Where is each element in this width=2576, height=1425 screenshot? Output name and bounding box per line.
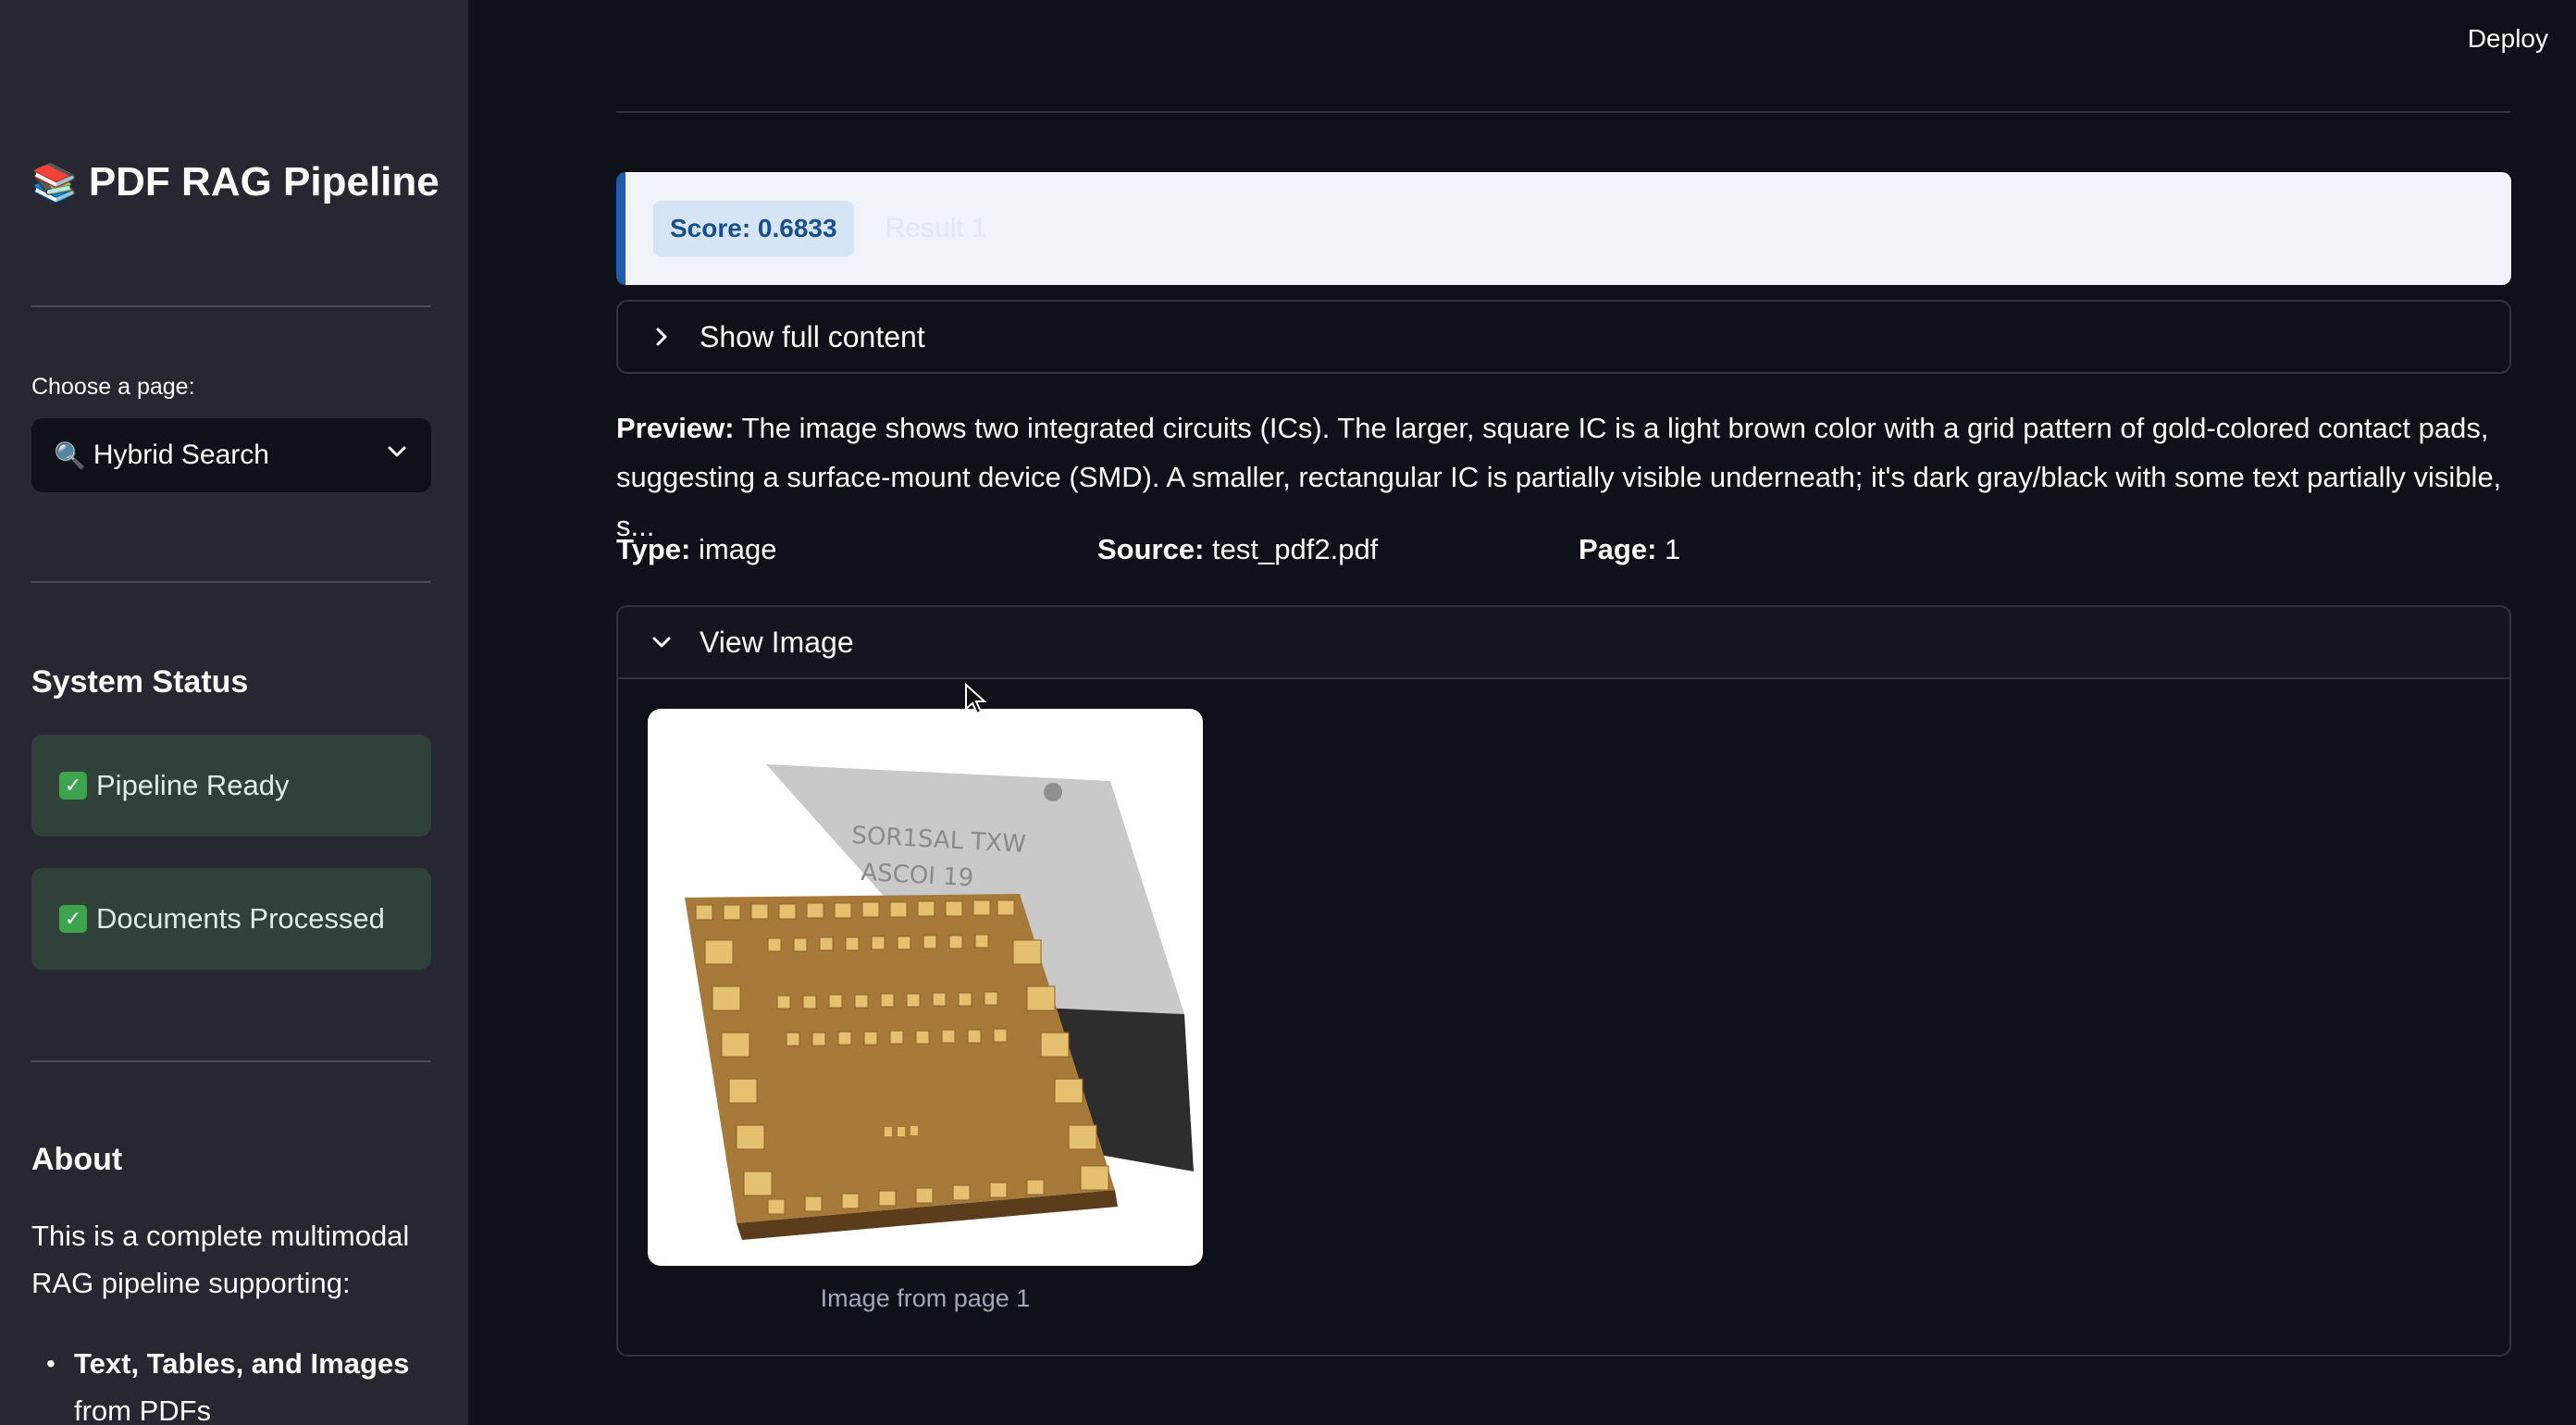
meta-page-value: 1 — [1665, 533, 1681, 565]
sidebar-divider — [31, 581, 431, 583]
meta-source-label: Source: — [1097, 533, 1205, 565]
about-list-bold: Text, Tables, and Images — [74, 1347, 410, 1380]
status-documents-processed: ✓ Documents Processed — [31, 868, 431, 970]
meta-type-value: image — [699, 533, 777, 565]
chevron-down-icon — [648, 633, 675, 651]
meta-type-label: Type: — [616, 533, 691, 565]
about-list-rest: from PDFs — [74, 1394, 212, 1425]
status-label: Pipeline Ready — [96, 769, 290, 801]
search-icon: 🔍 — [54, 440, 86, 470]
app-title-text: PDF RAG Pipeline — [88, 159, 440, 204]
about-heading: About — [31, 1142, 123, 1177]
preview-label: Preview: — [616, 412, 735, 444]
image-caption: Image from page 1 — [820, 1284, 1031, 1312]
status-pipeline-ready: ✓ Pipeline Ready — [31, 735, 431, 836]
sidebar-divider — [31, 1060, 431, 1062]
page-select-value: Hybrid Search — [93, 440, 269, 470]
result-image: SOR1SAL TXW ASCOI 19 — [648, 709, 1203, 1266]
mouse-cursor-icon — [964, 682, 987, 721]
status-label: Documents Processed — [96, 902, 385, 935]
meta-page-label: Page: — [1579, 533, 1657, 565]
preview-text: Preview: The image shows two integrated … — [616, 403, 2513, 551]
meta-type: Type: image — [616, 533, 776, 566]
about-list-item: • Text, Tables, and Images from PDFs — [46, 1340, 444, 1425]
expander-label: View Image — [700, 625, 854, 659]
chevron-right-icon — [648, 326, 675, 348]
about-text: This is a complete multimodal RAG pipeli… — [31, 1220, 410, 1299]
chevron-down-icon — [385, 440, 409, 471]
chip-marking: ASCOI 19 — [861, 859, 974, 892]
preview-body: The image shows two integrated circuits … — [616, 412, 2502, 542]
meta-source-value: test_pdf2.pdf — [1212, 533, 1379, 565]
system-status-heading: System Status — [31, 664, 249, 700]
page-select-label: Choose a page: — [31, 374, 195, 400]
sidebar: 📚 PDF RAG Pipeline Choose a page: 🔍 Hybr… — [0, 0, 468, 1425]
sidebar-divider — [31, 305, 431, 307]
app-title: 📚 PDF RAG Pipeline — [31, 159, 440, 205]
meta-source: Source: test_pdf2.pdf — [1097, 533, 1378, 566]
deploy-button[interactable]: Deploy — [2468, 24, 2548, 54]
view-image-toggle[interactable]: View Image — [618, 607, 2509, 679]
show-full-content-expander[interactable]: Show full content — [616, 300, 2511, 374]
expander-label: Show full content — [700, 319, 925, 353]
check-icon: ✓ — [59, 772, 87, 799]
result-title: Result 1 — [885, 213, 987, 243]
main-divider — [616, 111, 2511, 113]
check-icon: ✓ — [59, 905, 87, 933]
page-select[interactable]: 🔍 Hybrid Search — [31, 418, 431, 492]
bullet: • — [46, 1349, 56, 1378]
books-icon: 📚 — [31, 162, 78, 204]
result-header: Score: 0.6833 Result 1 — [616, 172, 2511, 285]
meta-page: Page: 1 — [1579, 533, 1680, 566]
score-badge: Score: 0.6833 — [653, 201, 854, 256]
